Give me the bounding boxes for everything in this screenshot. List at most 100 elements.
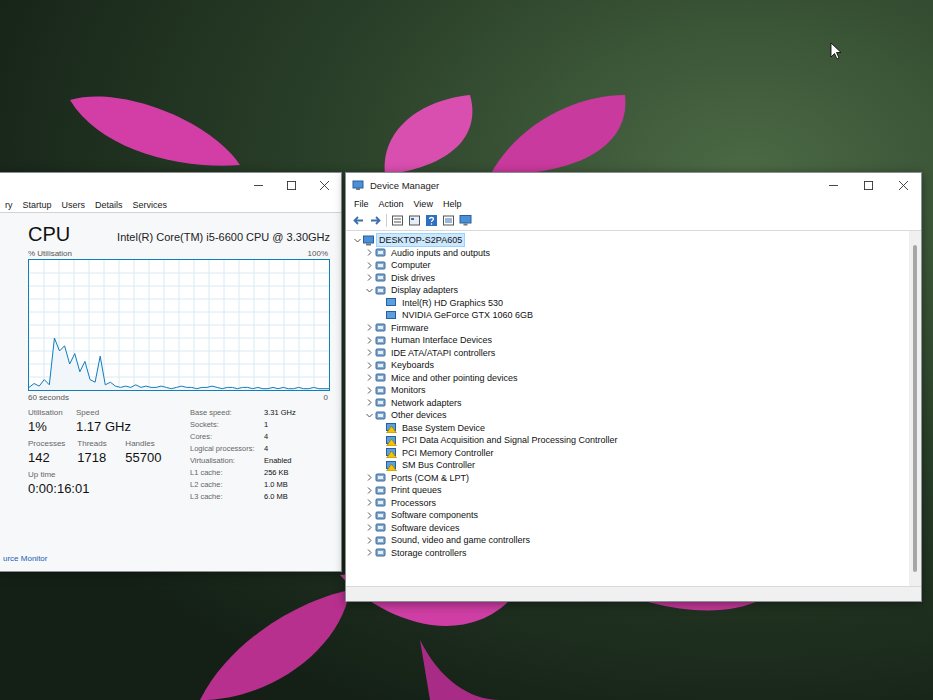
minimize-button[interactable] [816, 174, 851, 196]
chevron-icon[interactable] [353, 235, 362, 246]
tree-label: Disk drives [389, 272, 437, 284]
detail-value: 4 [264, 431, 296, 443]
tree-row[interactable]: Software devices [350, 522, 909, 535]
tree-row[interactable]: Keyboards [350, 359, 909, 372]
detail-label: L2 cache: [190, 479, 260, 491]
detail-value: 1.0 MB [264, 479, 296, 491]
chevron-icon[interactable] [364, 511, 375, 520]
chevron-icon[interactable] [364, 486, 375, 495]
tree-row[interactable]: Disk drives [350, 272, 909, 285]
tree-row[interactable]: SM Bus Controller [350, 459, 909, 472]
close-button[interactable] [308, 174, 341, 196]
chevron-icon[interactable] [364, 261, 375, 270]
tree-row[interactable]: Sound, video and game controllers [350, 534, 909, 547]
tab[interactable]: Startup [19, 197, 56, 212]
warning-device-icon [386, 422, 397, 433]
desktop: ryStartupUsersDetailsServicesCPUIntel(R)… [0, 0, 933, 700]
tab[interactable]: Services [129, 197, 172, 212]
tree-row[interactable]: Ports (COM & LPT) [350, 472, 909, 485]
chart-axis-top: % Utilisation100% [28, 248, 328, 259]
tab[interactable]: ry [1, 197, 17, 212]
tree-row[interactable]: Processors [350, 497, 909, 510]
chevron-icon[interactable] [364, 548, 375, 557]
menu-item[interactable]: Help [443, 199, 462, 209]
chevron-icon[interactable] [365, 285, 374, 296]
y-axis-min: 0 [324, 392, 328, 403]
tree-row[interactable]: IDE ATA/ATAPI controllers [350, 347, 909, 360]
minimize-icon [829, 181, 838, 190]
chevron-icon[interactable] [364, 248, 375, 257]
menu-item[interactable]: File [354, 199, 369, 209]
details-icon[interactable] [442, 214, 455, 227]
tree-row[interactable]: Storage controllers [350, 547, 909, 560]
chevron-icon[interactable] [364, 386, 375, 395]
y-axis-max: 100% [308, 248, 328, 259]
tree-row[interactable]: Network adapters [350, 397, 909, 410]
tree-row[interactable]: Intel(R) HD Graphics 530 [350, 297, 909, 310]
tree-row[interactable]: PCI Data Acquisition and Signal Processi… [350, 434, 909, 447]
properties-icon[interactable] [391, 214, 404, 227]
tree-label: Network adapters [389, 397, 464, 409]
category-icon [375, 260, 386, 271]
maximize-button[interactable] [275, 174, 308, 196]
tree-row[interactable]: Human Interface Devices [350, 334, 909, 347]
chevron-icon[interactable] [364, 273, 375, 282]
category-icon [375, 522, 386, 533]
chevron-icon[interactable] [364, 473, 375, 482]
tree-row[interactable]: Base System Device [350, 422, 909, 435]
chevron-icon[interactable] [364, 398, 375, 407]
tree-label: DESKTOP-S2PA605 [377, 234, 464, 246]
scan-monitor-icon[interactable] [459, 214, 472, 227]
tree-row[interactable]: Display adapters [350, 284, 909, 297]
chart-axis-bottom: 60 seconds0 [28, 392, 328, 403]
tree-row[interactable]: Mice and other pointing devices [350, 372, 909, 385]
help-icon[interactable] [425, 214, 438, 227]
resource-monitor-link[interactable]: urce Monitor [0, 554, 341, 571]
tree-row[interactable]: NVIDIA GeForce GTX 1060 6GB [350, 309, 909, 322]
stat: Speed1.17 GHz [76, 407, 131, 435]
chevron-icon[interactable] [364, 348, 375, 357]
tree-row[interactable]: Monitors [350, 384, 909, 397]
chevron-icon[interactable] [364, 536, 375, 545]
menu-item[interactable]: View [414, 199, 433, 209]
maximize-button[interactable] [851, 174, 886, 196]
device-manager-window[interactable]: Device Manager File Action View Help DESKTOP-… [345, 172, 922, 602]
menu-item[interactable]: Action [379, 199, 404, 209]
chevron-icon[interactable] [364, 361, 375, 370]
device-tree: DESKTOP-S2PA605Audio inputs and outputsC… [346, 231, 909, 586]
tree-label: PCI Memory Controller [400, 447, 496, 459]
task-manager-window[interactable]: ryStartupUsersDetailsServicesCPUIntel(R)… [0, 172, 342, 572]
chevron-icon[interactable] [364, 373, 375, 382]
tree-row[interactable]: Firmware [350, 322, 909, 335]
scrollbar[interactable] [909, 231, 921, 586]
chevron-icon[interactable] [364, 336, 375, 345]
chevron-icon[interactable] [364, 323, 375, 332]
chevron-icon[interactable] [365, 410, 374, 421]
chevron-icon[interactable] [364, 523, 375, 532]
tab[interactable]: Users [58, 197, 90, 212]
list-view-icon[interactable] [408, 214, 421, 227]
computer-icon [363, 235, 374, 246]
back-arrow-icon[interactable] [352, 214, 365, 227]
tree-label: Base System Device [400, 422, 487, 434]
tree-row[interactable]: Print queues [350, 484, 909, 497]
tree-row[interactable]: Audio inputs and outputs [350, 247, 909, 260]
tab[interactable]: Details [91, 197, 127, 212]
tree-row[interactable]: DESKTOP-S2PA605 [350, 234, 909, 247]
tree-label: Processors [389, 497, 438, 509]
tree-row[interactable]: Software components [350, 509, 909, 522]
minimize-button[interactable] [242, 174, 275, 196]
tree-row[interactable]: Other devices [350, 409, 909, 422]
tree-row[interactable]: Computer [350, 259, 909, 272]
title-bar[interactable]: Device Manager [346, 173, 921, 197]
scrollbar-thumb[interactable] [913, 245, 917, 572]
close-button[interactable] [886, 174, 921, 196]
title-bar[interactable] [0, 173, 341, 197]
detail-value: 4 [264, 443, 296, 455]
detail-label: Base speed: [190, 407, 260, 419]
tree-row[interactable]: PCI Memory Controller [350, 447, 909, 460]
forward-arrow-icon[interactable] [369, 214, 382, 227]
chevron-icon[interactable] [364, 498, 375, 507]
device-icon [386, 297, 397, 308]
tree-label: Human Interface Devices [389, 334, 494, 346]
